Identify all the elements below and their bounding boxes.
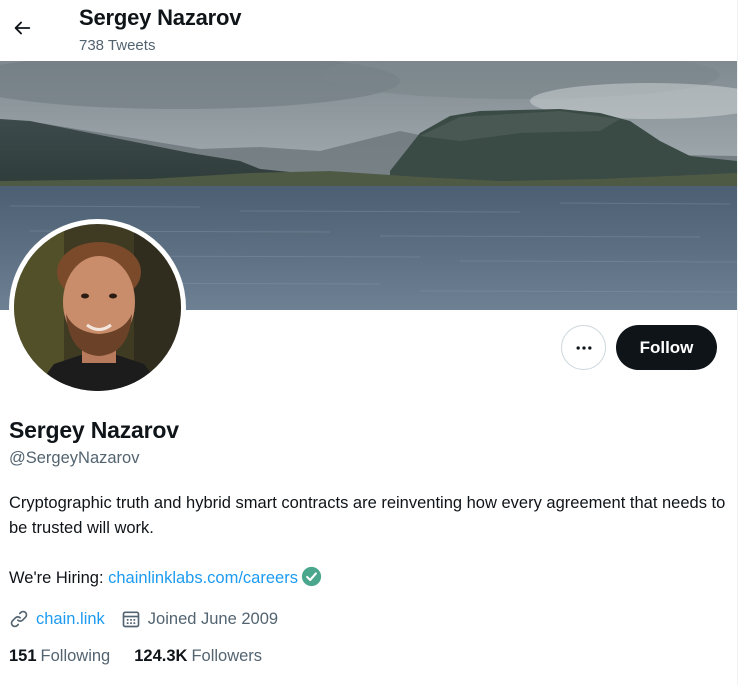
website-link[interactable]: chain.link bbox=[36, 610, 105, 629]
profile-header: Sergey Nazarov 738 Tweets bbox=[0, 0, 737, 61]
profile-handle: @SergeyNazarov bbox=[9, 449, 140, 467]
avatar[interactable] bbox=[9, 219, 186, 396]
header-title: Sergey Nazarov bbox=[79, 5, 242, 30]
following-count: 151 bbox=[9, 647, 37, 665]
check-circle-icon bbox=[301, 566, 322, 587]
calendar-icon bbox=[122, 611, 140, 628]
followers-stat[interactable]: 124.3K Followers bbox=[134, 647, 262, 666]
website-item: chain.link bbox=[9, 609, 105, 629]
hiring-prefix: We're Hiring: bbox=[9, 569, 109, 587]
back-button[interactable] bbox=[4, 10, 40, 46]
followers-label: Followers bbox=[191, 647, 263, 665]
profile-meta: chain.link Joined June 2009 bbox=[9, 606, 294, 632]
bio-hiring-line: We're Hiring: chainlinklabs.com/careers bbox=[9, 566, 729, 591]
link-icon bbox=[10, 610, 28, 628]
tweet-count: 738 Tweets bbox=[79, 37, 156, 54]
arrow-left-icon bbox=[14, 21, 31, 35]
more-options-button[interactable] bbox=[561, 325, 606, 370]
joined-item: Joined June 2009 bbox=[121, 609, 278, 629]
bio-text: Cryptographic truth and hybrid smart con… bbox=[9, 494, 726, 537]
careers-link[interactable]: chainlinklabs.com/careers bbox=[108, 569, 298, 587]
profile-stats: 151 Following 124.3K Followers bbox=[9, 647, 286, 666]
following-label: Following bbox=[40, 647, 111, 665]
profile-name: Sergey Nazarov bbox=[9, 417, 179, 443]
joined-date: Joined June 2009 bbox=[147, 609, 279, 628]
following-stat[interactable]: 151 Following bbox=[9, 647, 110, 666]
profile-bio: Cryptographic truth and hybrid smart con… bbox=[9, 491, 729, 591]
avatar-photo bbox=[14, 224, 181, 391]
followers-count: 124.3K bbox=[134, 647, 188, 665]
more-horizontal-icon bbox=[576, 345, 591, 350]
follow-button[interactable]: Follow bbox=[616, 325, 717, 370]
column-border bbox=[737, 0, 738, 685]
